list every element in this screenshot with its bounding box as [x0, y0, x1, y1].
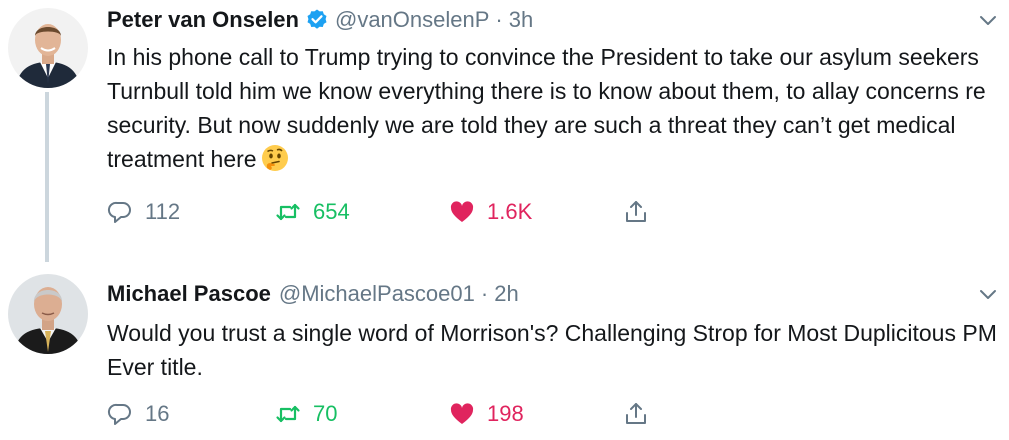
author-handle[interactable]: @vanOnselenP — [335, 7, 489, 33]
tweet-text-content: Would you trust a single word of Morriso… — [107, 320, 997, 380]
retweet-button[interactable]: 70 — [275, 396, 337, 432]
author-name[interactable]: Michael Pascoe — [107, 281, 271, 307]
like-button[interactable]: 1.6K — [449, 194, 532, 230]
share-icon — [626, 201, 646, 222]
thinking-face-icon — [261, 144, 289, 172]
retweet-count: 70 — [313, 401, 338, 426]
timestamp[interactable]: 3h — [509, 7, 533, 33]
tweet-text: Would you trust a single word of Morriso… — [107, 316, 997, 384]
tweet-text: In his phone call to Trump trying to con… — [107, 40, 997, 176]
thread-line — [45, 92, 49, 262]
heart-icon — [450, 201, 474, 222]
reply-button[interactable]: 16 — [107, 396, 169, 432]
reply-count: 16 — [145, 401, 170, 426]
tweet-text-content: In his phone call to Trump trying to con… — [107, 44, 986, 172]
share-button[interactable] — [623, 194, 649, 230]
reply-count: 112 — [145, 199, 181, 224]
like-count: 1.6K — [487, 199, 533, 224]
avatar[interactable] — [8, 8, 88, 88]
chevron-down-icon[interactable] — [977, 10, 999, 32]
tweet-header: Peter van Onselen @vanOnselenP · 3h — [107, 2, 533, 38]
share-button[interactable] — [623, 396, 649, 432]
retweet-button[interactable]: 654 — [275, 194, 350, 230]
author-name[interactable]: Peter van Onselen — [107, 7, 299, 33]
avatar[interactable] — [8, 274, 88, 354]
tweet-2[interactable]: Michael Pascoe @MichaelPascoe01 · 2h Wou… — [0, 262, 1009, 440]
retweet-count: 654 — [313, 199, 350, 224]
reply-button[interactable]: 112 — [107, 194, 180, 230]
heart-icon — [450, 403, 474, 424]
author-handle[interactable]: @MichaelPascoe01 — [279, 281, 475, 307]
retweet-icon — [276, 203, 300, 221]
timestamp[interactable]: 2h — [494, 281, 518, 307]
reply-icon — [107, 201, 131, 223]
verified-badge-icon — [305, 8, 329, 32]
tweet-1[interactable]: Peter van Onselen @vanOnselenP · 3h In h… — [0, 0, 1009, 262]
like-count: 198 — [487, 401, 524, 426]
tweet-header: Michael Pascoe @MichaelPascoe01 · 2h — [107, 276, 519, 312]
like-button[interactable]: 198 — [449, 396, 524, 432]
share-icon — [626, 403, 646, 424]
reply-icon — [107, 403, 131, 425]
separator-dot: · — [495, 7, 503, 32]
retweet-icon — [276, 405, 300, 423]
separator-dot: · — [480, 281, 489, 306]
chevron-down-icon[interactable] — [977, 284, 999, 306]
